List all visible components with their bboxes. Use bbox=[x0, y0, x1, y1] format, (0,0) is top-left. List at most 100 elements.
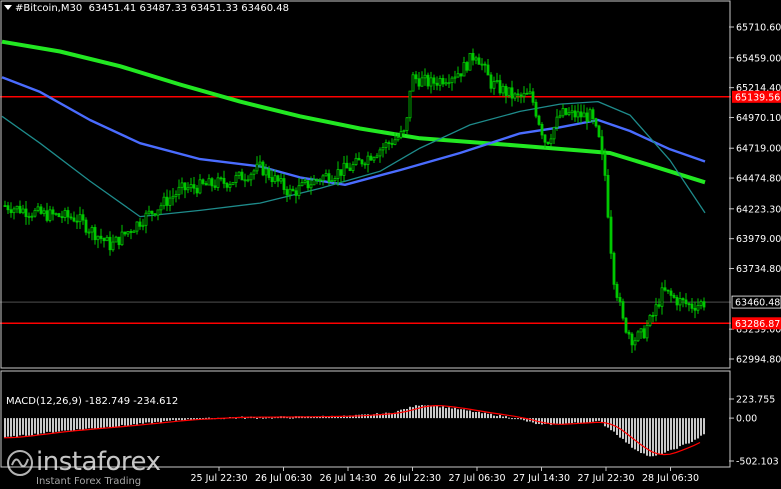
candle-body bbox=[237, 171, 241, 177]
candle-body bbox=[78, 214, 82, 223]
macd-histogram-bar bbox=[637, 418, 639, 452]
macd-histogram-bar bbox=[376, 413, 378, 419]
candle-body bbox=[561, 108, 565, 117]
candle-body bbox=[102, 238, 106, 242]
candle-body bbox=[486, 64, 490, 76]
price-pane[interactable] bbox=[0, 39, 731, 353]
candle-body bbox=[81, 214, 85, 221]
candle-body bbox=[57, 213, 61, 218]
macd-histogram-bar bbox=[622, 418, 624, 439]
macd-histogram-bar bbox=[244, 417, 246, 419]
candle-body bbox=[114, 236, 118, 243]
candle-body bbox=[174, 194, 178, 197]
time-tick-label: 27 Jul 22:30 bbox=[578, 473, 635, 484]
candle-body bbox=[201, 179, 205, 184]
candle-body bbox=[558, 115, 562, 118]
candle-body bbox=[162, 196, 166, 207]
candle-body bbox=[222, 177, 226, 184]
macd-histogram-bar bbox=[178, 418, 180, 420]
macd-histogram-bar bbox=[631, 418, 633, 448]
macd-histogram-bar bbox=[520, 418, 522, 420]
candle-body bbox=[63, 210, 67, 218]
macd-histogram-bar bbox=[94, 418, 96, 429]
macd-histogram-bar bbox=[556, 418, 558, 424]
candle-body bbox=[357, 157, 361, 161]
candle-body bbox=[249, 173, 253, 181]
macd-histogram-bar bbox=[130, 418, 132, 425]
candle-body bbox=[423, 74, 427, 79]
macd-histogram-bar bbox=[13, 418, 15, 436]
candle-body bbox=[417, 78, 421, 87]
macd-histogram-bar bbox=[628, 418, 630, 444]
candle-body bbox=[72, 217, 76, 222]
brand-tagline: Instant Forex Trading bbox=[36, 476, 142, 487]
macd-histogram-bar bbox=[541, 418, 543, 425]
macd-histogram-bar bbox=[484, 412, 486, 419]
macd-histogram-bar bbox=[679, 418, 681, 447]
candle-body bbox=[273, 175, 277, 183]
macd-histogram-bar bbox=[16, 418, 18, 438]
candle-body bbox=[684, 299, 688, 305]
candle-body bbox=[24, 208, 28, 217]
candle-body bbox=[213, 185, 217, 188]
candle-body bbox=[492, 81, 496, 89]
candle-body bbox=[258, 161, 262, 165]
macd-histogram-bar bbox=[577, 418, 579, 423]
candle-body bbox=[27, 215, 31, 218]
trading-chart[interactable]: 65710.6065459.0065214.4064970.1064719.00… bbox=[0, 0, 781, 489]
macd-histogram-bar bbox=[502, 416, 504, 419]
candle-body bbox=[15, 205, 19, 210]
macd-histogram-bar bbox=[487, 413, 489, 419]
price-tick-label: 64719.00 bbox=[736, 144, 781, 155]
candle-body bbox=[468, 52, 472, 71]
macd-histogram-bar bbox=[4, 418, 6, 438]
macd-histogram-bar bbox=[154, 418, 156, 423]
candle-body bbox=[135, 221, 139, 232]
macd-histogram-bar bbox=[445, 408, 447, 419]
candle-body bbox=[696, 304, 700, 311]
macd-histogram-bar bbox=[688, 418, 690, 444]
candle-body bbox=[699, 301, 703, 306]
macd-histogram-bar bbox=[43, 418, 45, 434]
macd-histogram-bar bbox=[475, 411, 477, 419]
macd-histogram-bar bbox=[700, 418, 702, 436]
candle-body bbox=[384, 142, 388, 148]
candle-body bbox=[159, 205, 163, 211]
candle-body bbox=[21, 208, 25, 214]
candle-body bbox=[255, 163, 259, 172]
candle-body bbox=[522, 92, 526, 97]
candle-body bbox=[30, 215, 34, 218]
macd-histogram-bar bbox=[409, 406, 411, 419]
candle-body bbox=[84, 219, 88, 233]
candle-body bbox=[279, 178, 283, 182]
macd-histogram-bar bbox=[559, 418, 561, 425]
candle-body bbox=[654, 304, 658, 316]
price-pane-frame bbox=[0, 0, 731, 369]
dropdown-triangle-icon[interactable] bbox=[4, 5, 12, 10]
candle-body bbox=[429, 77, 433, 87]
candle-body bbox=[18, 205, 22, 214]
macd-histogram-bar bbox=[427, 405, 429, 419]
candle-body bbox=[183, 182, 187, 191]
macd-histogram-bar bbox=[61, 418, 63, 431]
candle-body bbox=[507, 87, 511, 96]
candle-body bbox=[369, 155, 373, 161]
macd-histogram-bar bbox=[109, 418, 111, 428]
candle-body bbox=[195, 187, 199, 194]
candle-body bbox=[534, 101, 538, 117]
price-tick-label: 63979.00 bbox=[736, 234, 781, 245]
candle-body bbox=[198, 179, 202, 194]
candle-body bbox=[531, 91, 535, 103]
candle-body bbox=[252, 170, 256, 175]
time-tick-label: 25 Jul 22:30 bbox=[191, 473, 248, 484]
candle-body bbox=[681, 298, 685, 301]
macd-histogram-bar bbox=[493, 415, 495, 419]
candle-body bbox=[645, 325, 649, 339]
moving-average-slow-line bbox=[1, 39, 706, 185]
candle-body bbox=[93, 227, 97, 241]
candle-body bbox=[330, 180, 334, 182]
macd-histogram-bar bbox=[583, 418, 585, 424]
candle-body bbox=[642, 328, 646, 339]
candle-body bbox=[573, 110, 577, 118]
macd-histogram-bar bbox=[115, 418, 117, 427]
